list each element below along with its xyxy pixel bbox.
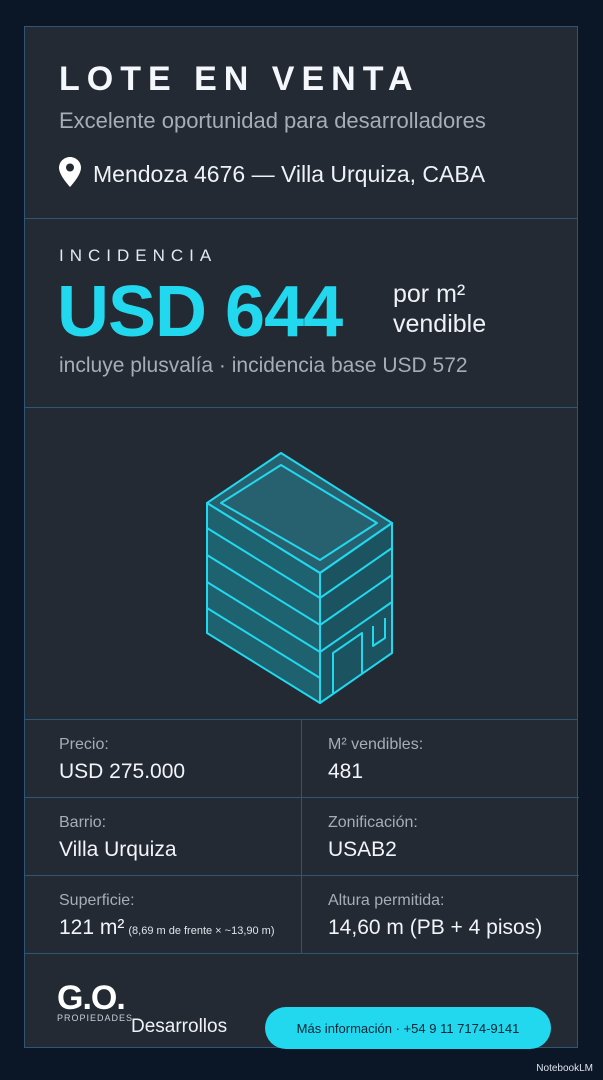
- superficie-detail: (8,69 m de frente × ~13,90 m): [128, 925, 275, 937]
- incidencia-section: INCIDENCIA USD 644 por m² vendible inclu…: [25, 219, 577, 408]
- location-text: Mendoza 4676 — Villa Urquiza, CABA: [93, 161, 486, 187]
- precio-label: Precio:: [59, 736, 109, 753]
- incidencia-note: incluye plusvalía · incidencia base USD …: [59, 354, 468, 377]
- superficie-label: Superficie:: [59, 892, 135, 909]
- zonificacion-label: Zonificación:: [328, 814, 418, 831]
- altura-cell: Altura permitida: 14,60 m (PB + 4 pisos): [302, 876, 579, 954]
- altura-label: Altura permitida:: [328, 892, 445, 909]
- zonificacion-cell: Zonificación: USAB2: [302, 798, 579, 876]
- more-info-button[interactable]: Más información · +54 9 11 7174-9141: [265, 1007, 551, 1049]
- altura-value: 14,60 m (PB + 4 pisos): [328, 916, 543, 939]
- superficie-value-row: 121 m² (8,69 m de frente × ~13,90 m): [59, 916, 275, 940]
- barrio-label: Barrio:: [59, 814, 107, 831]
- footer: G.O. PROPIEDADES Desarrollos Más informa…: [25, 953, 577, 1049]
- logo-text: G.O.: [57, 979, 126, 1017]
- page-title: LOTE EN VENTA: [59, 60, 420, 98]
- incidencia-label: INCIDENCIA: [59, 246, 218, 265]
- precio-cell: Precio: USD 275.000: [25, 720, 302, 798]
- m2-vendibles-cell: M² vendibles: 481: [302, 720, 579, 798]
- incidencia-unit: por m² vendible: [393, 279, 486, 339]
- m2-vendibles-label: M² vendibles:: [328, 736, 424, 753]
- logo-subtext: PROPIEDADES: [57, 1013, 134, 1023]
- m2-vendibles-value: 481: [328, 760, 364, 783]
- location: Mendoza 4676 — Villa Urquiza, CABA: [59, 157, 485, 192]
- illustration-section: [25, 408, 577, 720]
- watermark: NotebookLM: [536, 1063, 593, 1074]
- precio-value: USD 275.000: [59, 760, 186, 783]
- incidencia-unit-line2: vendible: [393, 310, 487, 338]
- barrio-cell: Barrio: Villa Urquiza: [25, 798, 302, 876]
- superficie-value: 121 m²: [59, 916, 125, 939]
- incidencia-value: USD 644: [57, 272, 343, 352]
- page-subtitle: Excelente oportunidad para desarrollador…: [59, 108, 486, 133]
- brand-label: Desarrollos: [131, 1016, 228, 1037]
- listing-card: LOTE EN VENTA Excelente oportunidad para…: [24, 26, 579, 1049]
- building-isometric-icon: [206, 452, 393, 704]
- superficie-cell: Superficie: 121 m² (8,69 m de frente × ~1…: [25, 876, 302, 954]
- barrio-value: Villa Urquiza: [59, 838, 177, 861]
- details-grid: Precio: USD 275.000 M² vendibles: 481 Ba…: [25, 720, 579, 954]
- header-section: LOTE EN VENTA Excelente oportunidad para…: [25, 27, 577, 219]
- incidencia-unit-line1: por m²: [393, 280, 466, 308]
- zonificacion-value: USAB2: [328, 838, 397, 861]
- map-pin-icon: [59, 157, 81, 192]
- go-logo: G.O. PROPIEDADES: [57, 981, 133, 1023]
